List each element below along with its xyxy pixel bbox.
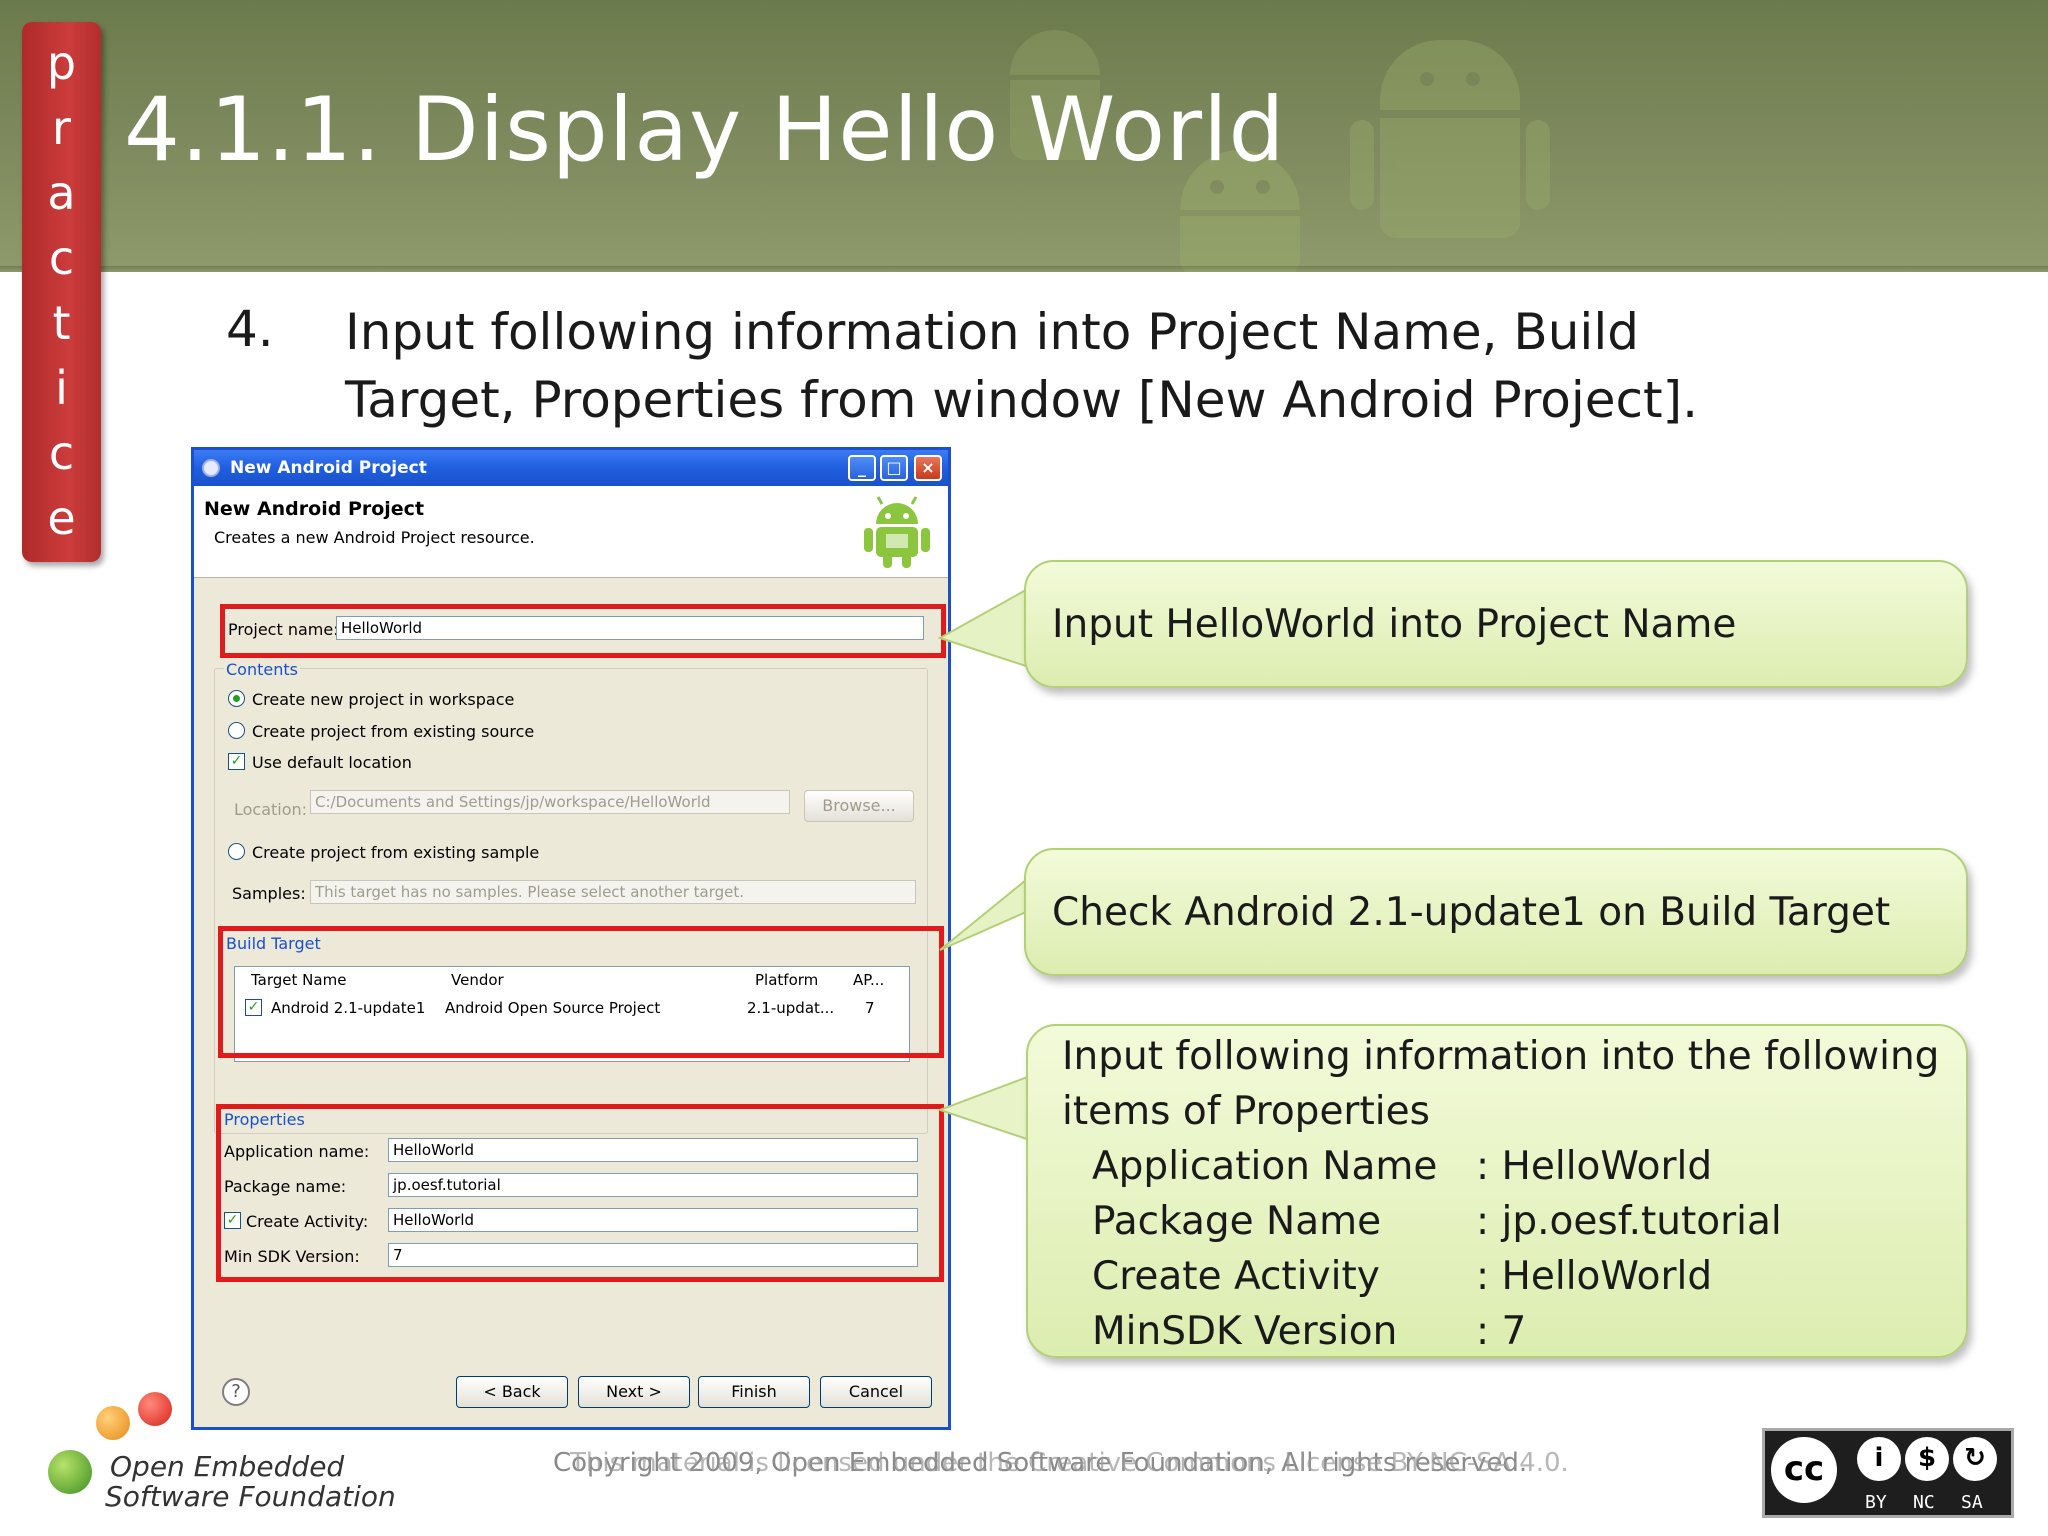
dialog-subheading: Creates a new Android Project resource. bbox=[214, 528, 535, 547]
eclipse-icon bbox=[202, 459, 220, 477]
samples-dropdown[interactable]: This target has no samples. Please selec… bbox=[310, 880, 916, 904]
contents-label: Contents bbox=[224, 660, 300, 679]
step-instruction: Input following information into Project… bbox=[345, 303, 1699, 429]
oesf-org-name-line1: Open Embedded bbox=[110, 1450, 345, 1483]
browse-button[interactable]: Browse... bbox=[804, 790, 914, 822]
location-label: Location: bbox=[234, 800, 308, 819]
android-watermark-icon bbox=[1350, 40, 1550, 270]
practice-letter: t bbox=[52, 295, 71, 350]
existing-source-radio[interactable] bbox=[228, 722, 245, 739]
minimize-icon[interactable]: _ bbox=[848, 455, 876, 481]
existing-source-label: Create project from existing source bbox=[252, 722, 535, 741]
step-number: 4. bbox=[226, 300, 274, 358]
help-icon[interactable]: ? bbox=[222, 1378, 250, 1406]
next-button[interactable]: Next > bbox=[578, 1376, 690, 1408]
cc-icon: cc bbox=[1771, 1437, 1837, 1503]
cc-label-sa: SA bbox=[1961, 1492, 1983, 1513]
existing-sample-radio[interactable] bbox=[228, 843, 245, 860]
maximize-icon[interactable]: □ bbox=[880, 455, 908, 481]
properties-callout-line2: items of Properties bbox=[1062, 1089, 1430, 1134]
dialog-window-title: New Android Project bbox=[230, 458, 427, 478]
property-row-label: Create Activity bbox=[1092, 1254, 1380, 1299]
oesf-logo-dot-green bbox=[48, 1450, 92, 1494]
dialog-heading: New Android Project bbox=[204, 498, 425, 520]
practice-letter: p bbox=[46, 35, 77, 90]
practice-letter: i bbox=[55, 360, 68, 415]
license-overlay-text: This material is licensed under the Crea… bbox=[570, 1448, 1569, 1478]
page-title: 4.1.1. Display Hello World bbox=[124, 78, 1286, 181]
create-new-project-radio[interactable] bbox=[228, 690, 245, 707]
android-logo-icon bbox=[864, 496, 930, 568]
practice-tab: p r a c t i c e bbox=[22, 22, 101, 562]
dialog-titlebar[interactable]: New Android Project _ □ × bbox=[194, 450, 948, 486]
property-row-value: : HelloWorld bbox=[1476, 1144, 1713, 1189]
samples-label: Samples: bbox=[232, 884, 306, 903]
oesf-logo-dot-orange bbox=[96, 1406, 130, 1440]
practice-letter: e bbox=[47, 490, 76, 545]
property-row-value: : jp.oesf.tutorial bbox=[1476, 1199, 1782, 1244]
by-icon: i bbox=[1857, 1437, 1901, 1481]
practice-letter: c bbox=[48, 230, 75, 285]
property-row-value: : 7 bbox=[1476, 1309, 1527, 1354]
location-field[interactable]: C:/Documents and Settings/jp/workspace/H… bbox=[310, 790, 790, 814]
project-name-callout-text: Input HelloWorld into Project Name bbox=[1052, 602, 1737, 647]
property-row-label: MinSDK Version bbox=[1092, 1309, 1398, 1354]
default-location-label: Use default location bbox=[252, 753, 412, 772]
nc-icon: $ bbox=[1905, 1437, 1949, 1481]
oesf-logo-dot-red bbox=[138, 1392, 172, 1426]
creative-commons-badge[interactable]: cc i $ ↻ BY NC SA bbox=[1762, 1428, 2014, 1518]
build-target-highlight bbox=[218, 926, 944, 1058]
finish-button[interactable]: Finish bbox=[698, 1376, 810, 1408]
practice-letter: c bbox=[48, 425, 75, 480]
existing-sample-label: Create project from existing sample bbox=[252, 843, 540, 862]
project-name-highlight bbox=[220, 604, 946, 658]
close-icon[interactable]: × bbox=[914, 455, 942, 481]
practice-letter: a bbox=[47, 165, 76, 220]
back-button[interactable]: < Back bbox=[456, 1376, 568, 1408]
cc-label-by: BY bbox=[1865, 1492, 1887, 1513]
header-banner: 4.1.1. Display Hello World bbox=[0, 0, 2048, 272]
property-row-value: : HelloWorld bbox=[1476, 1254, 1713, 1299]
default-location-checkbox[interactable]: ✓ bbox=[228, 753, 245, 770]
property-row-label: Package Name bbox=[1092, 1199, 1382, 1244]
properties-callout-line1: Input following information into the fol… bbox=[1062, 1034, 1940, 1079]
properties-highlight bbox=[216, 1104, 944, 1282]
dialog-header: New Android Project Creates a new Androi… bbox=[194, 486, 948, 578]
oesf-org-name-line2: Software Foundation bbox=[105, 1480, 396, 1513]
build-target-callout-text: Check Android 2.1-update1 on Build Targe… bbox=[1052, 890, 1891, 935]
practice-letter: r bbox=[52, 100, 71, 155]
cc-label-nc: NC bbox=[1913, 1492, 1935, 1513]
create-new-project-label: Create new project in workspace bbox=[252, 690, 515, 709]
sa-icon: ↻ bbox=[1953, 1437, 1997, 1481]
property-row-label: Application Name bbox=[1092, 1144, 1438, 1189]
cancel-button[interactable]: Cancel bbox=[820, 1376, 932, 1408]
